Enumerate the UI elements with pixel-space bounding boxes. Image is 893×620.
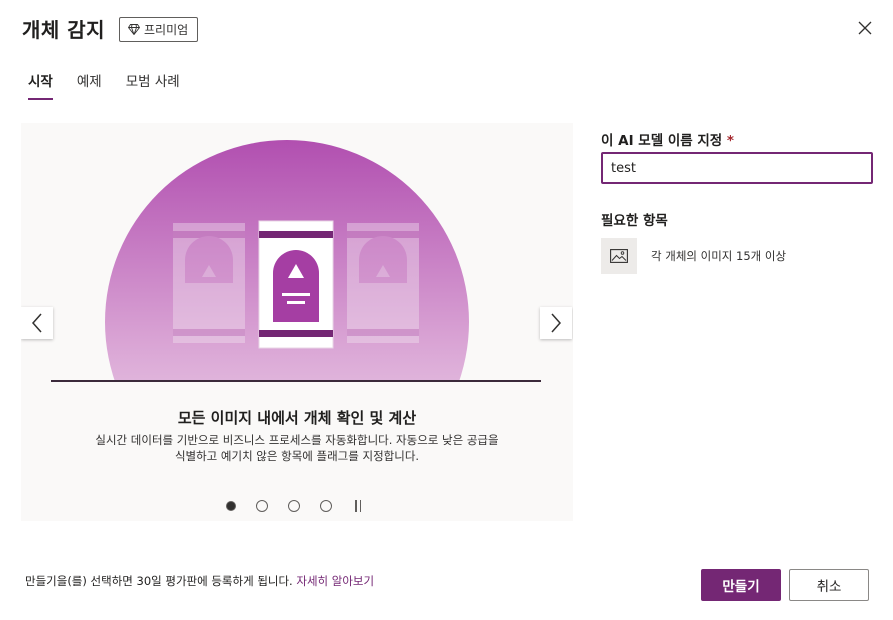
model-name-label: 이 AI 모델 이름 지정 * (601, 129, 734, 149)
tab-start[interactable]: 시작 (28, 70, 53, 100)
slide-illustration (51, 140, 541, 382)
dialog-title: 개체 감지 (22, 18, 106, 42)
trial-note: 만들기을(를) 선택하면 30일 평가판에 등록하게 됩니다. 자세히 알아보기 (25, 573, 374, 589)
requirement-text: 각 개체의 이미지 15개 이상 (651, 249, 787, 263)
pause-icon[interactable] (352, 500, 364, 512)
requirements-heading: 필요한 항목 (601, 213, 668, 229)
carousel-next-button[interactable] (540, 307, 572, 339)
required-marker: * (726, 133, 734, 149)
close-icon[interactable] (854, 17, 876, 39)
chevron-left-icon (31, 313, 42, 333)
trial-note-text: 만들기을(를) 선택하면 30일 평가판에 등록하게 됩니다. (25, 574, 293, 588)
carousel-dot[interactable] (320, 500, 332, 512)
model-name-label-text: 이 AI 모델 이름 지정 (601, 133, 723, 149)
cancel-button[interactable]: 취소 (789, 569, 869, 601)
carousel-dot[interactable] (288, 500, 300, 512)
tab-list: 시작 예제 모범 사례 (28, 70, 180, 100)
carousel-dot[interactable] (256, 500, 268, 512)
premium-badge: 프리미엄 (119, 17, 199, 42)
carousel-prev-button[interactable] (21, 307, 53, 339)
carousel-pagination (226, 500, 364, 512)
image-icon (601, 238, 637, 274)
requirement-item: 각 개체의 이미지 15개 이상 (601, 238, 786, 274)
carousel: 모든 이미지 내에서 개체 확인 및 계산 실시간 데이터를 기반으로 비즈니스… (21, 123, 573, 521)
create-button[interactable]: 만들기 (701, 569, 781, 601)
learn-more-link[interactable]: 자세히 알아보기 (296, 574, 374, 588)
model-name-input[interactable] (601, 152, 873, 184)
carousel-dot[interactable] (226, 501, 236, 511)
tab-best-practices[interactable]: 모범 사례 (126, 70, 180, 100)
slide-heading: 모든 이미지 내에서 개체 확인 및 계산 (177, 409, 417, 427)
premium-label: 프리미엄 (144, 23, 189, 37)
diamond-icon (128, 24, 140, 35)
slide-description: 실시간 데이터를 기반으로 비즈니스 프로세스를 자동화합니다. 자동으로 낮은… (95, 433, 499, 463)
tab-examples[interactable]: 예제 (77, 70, 102, 100)
chevron-right-icon (551, 313, 562, 333)
